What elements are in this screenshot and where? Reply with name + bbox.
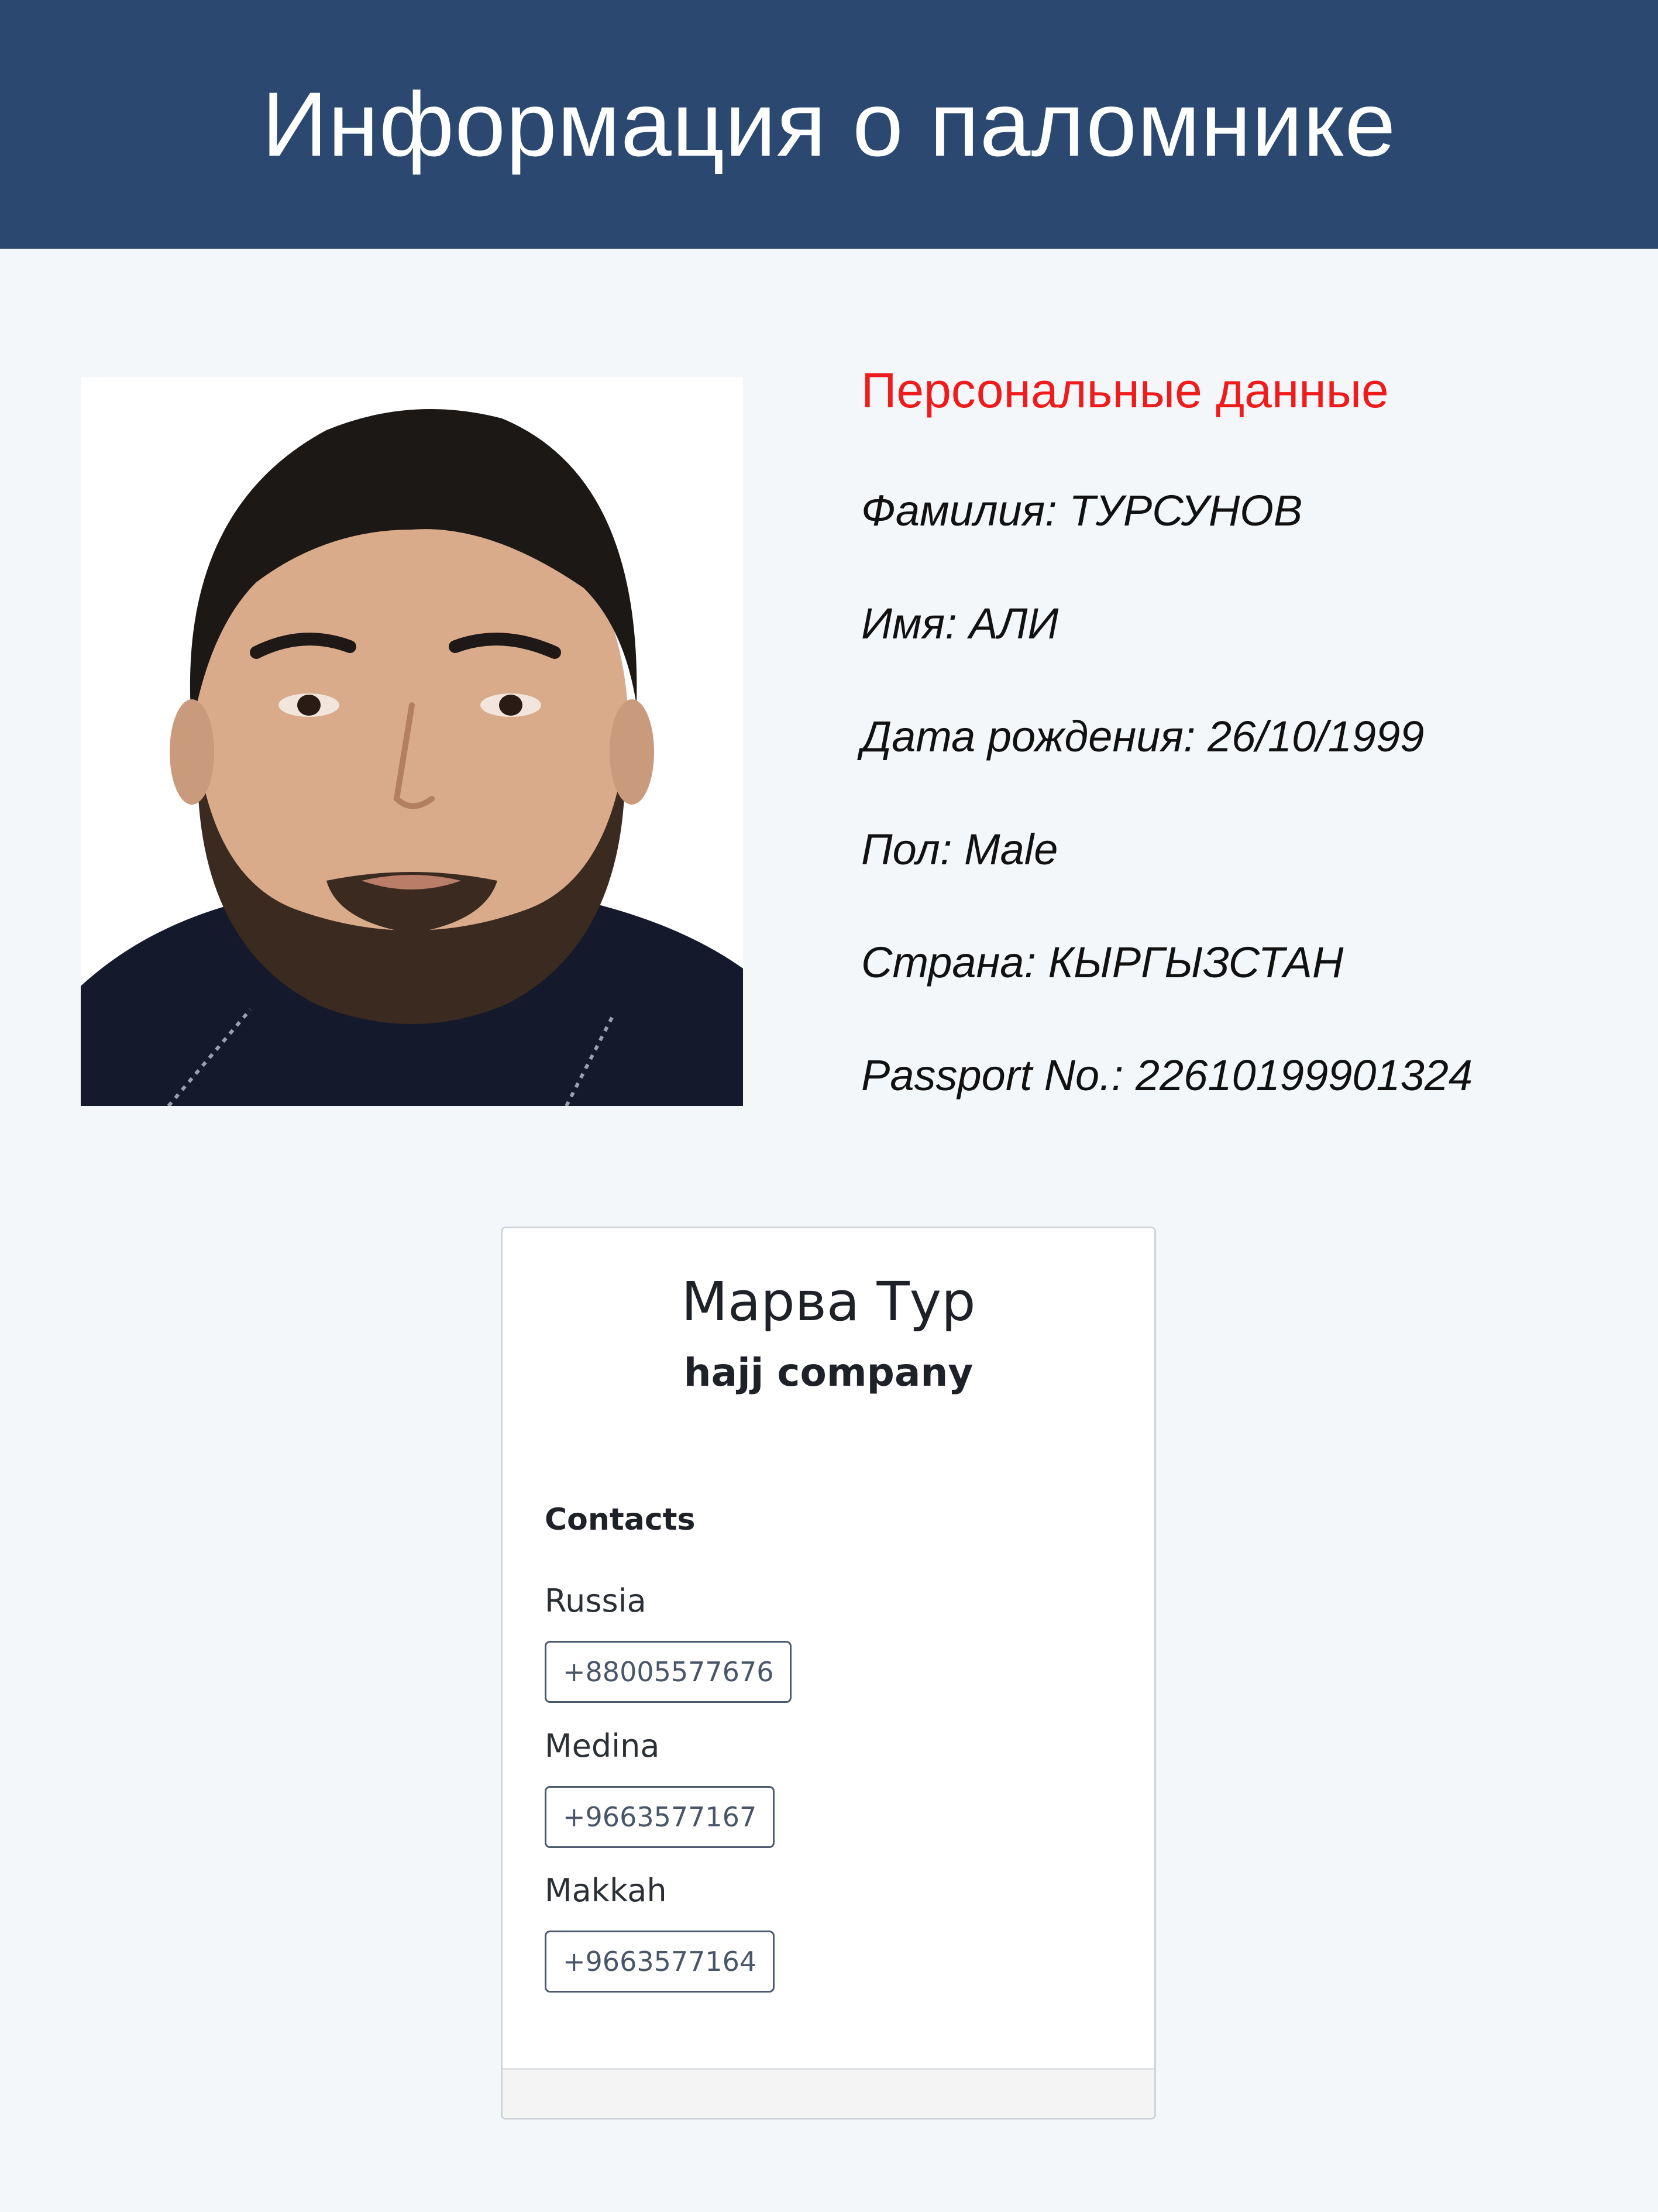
pilgrim-photo (81, 377, 743, 1106)
name-field: Имя: АЛИ (861, 599, 1059, 648)
card-footer (503, 2068, 1154, 2118)
contact-label-makkah: Makkah (545, 1872, 667, 1909)
surname-field: Фамилия: ТУРСУНОВ (861, 486, 1303, 535)
birthdate-field: Дата рождения: 26/10/1999 (861, 712, 1425, 761)
company-card: Марва Тур hajj company Contacts Russia +… (501, 1227, 1156, 2120)
phone-button-medina[interactable]: +9663577167 (545, 1786, 775, 1848)
contact-label-medina: Medina (545, 1727, 660, 1764)
company-name: Марва Тур (681, 1270, 976, 1333)
contact-label-russia: Russia (545, 1582, 646, 1619)
company-type: hajj company (683, 1350, 974, 1395)
passport-field: Passport No.: 22610199901324 (861, 1051, 1473, 1100)
gender-field: Пол: Male (861, 825, 1058, 874)
phone-button-makkah[interactable]: +9663577164 (545, 1931, 775, 1993)
personal-data-title: Персональные данные (861, 363, 1389, 418)
page-header: Информация о паломнике (0, 0, 1658, 249)
portrait-illustration (81, 377, 743, 1106)
contacts-heading: Contacts (545, 1502, 696, 1537)
country-field: Страна: КЫРГЫЗСТАН (861, 938, 1344, 987)
page-title: Информация о паломнике (262, 73, 1396, 176)
phone-button-russia[interactable]: +88005577676 (545, 1641, 792, 1703)
